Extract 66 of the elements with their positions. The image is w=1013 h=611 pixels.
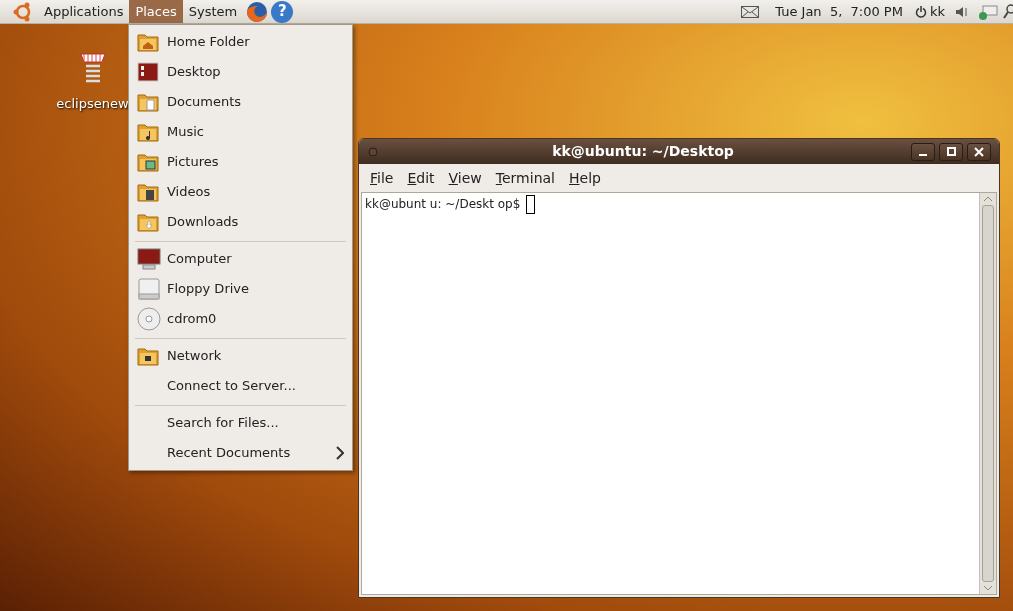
menu-item[interactable]: cdrom0 bbox=[129, 304, 352, 334]
menu-bar-item[interactable]: Help bbox=[562, 167, 608, 189]
desktop-icon bbox=[137, 62, 159, 82]
minimize-button[interactable] bbox=[911, 142, 935, 161]
videos-folder-icon bbox=[137, 182, 159, 202]
close-icon bbox=[974, 146, 984, 157]
home-folder-icon bbox=[137, 32, 159, 52]
cursor bbox=[526, 195, 536, 214]
menu-item[interactable]: Floppy Drive bbox=[129, 274, 352, 304]
pictures-folder-icon bbox=[137, 152, 159, 172]
chevron-right-icon bbox=[336, 446, 344, 460]
menu-bar-item[interactable]: Edit bbox=[400, 167, 442, 189]
panel-menu[interactable]: System bbox=[182, 0, 244, 23]
power-icon[interactable] bbox=[914, 5, 927, 18]
search-icon[interactable] bbox=[1003, 2, 1013, 21]
network-folder-icon bbox=[137, 346, 159, 366]
floppy-drive-icon bbox=[137, 278, 161, 300]
help-icon[interactable]: ? bbox=[271, 0, 294, 23]
scrollbar[interactable] bbox=[979, 193, 996, 594]
menu-item[interactable]: Connect to Server... bbox=[129, 371, 352, 401]
menu-bar-item[interactable]: View bbox=[441, 167, 489, 189]
menu-item-label: Floppy Drive bbox=[167, 280, 251, 299]
scroll-up-icon[interactable] bbox=[984, 195, 992, 203]
downloads-folder-icon bbox=[137, 212, 159, 232]
user-name[interactable]: kk bbox=[929, 1, 945, 22]
menu-item[interactable]: Home Folder bbox=[129, 27, 352, 57]
terminal-prompt: kk@ubunt u: ~/Deskt op$ bbox=[365, 196, 521, 213]
menu-item[interactable]: Recent Documents bbox=[129, 438, 352, 468]
menu-item-label: Search for Files... bbox=[167, 414, 280, 433]
menu-item[interactable]: Pictures bbox=[129, 147, 352, 177]
menu-item[interactable]: Desktop bbox=[129, 57, 352, 87]
clock[interactable]: Tue Jan 5, 7:00 PM bbox=[775, 1, 903, 22]
maximize-button[interactable] bbox=[939, 142, 963, 161]
menu-item-label: Recent Documents bbox=[167, 444, 292, 463]
menu-item-label: Home Folder bbox=[167, 33, 251, 52]
volume-icon[interactable] bbox=[955, 5, 969, 18]
menu-item[interactable]: Documents bbox=[129, 87, 352, 117]
menu-item-label: cdrom0 bbox=[167, 310, 218, 329]
menu-item[interactable]: Downloads bbox=[129, 207, 352, 237]
menu-item-label: Computer bbox=[167, 250, 233, 269]
menu-item-label: Desktop bbox=[167, 63, 222, 82]
panel-menu[interactable]: Places bbox=[129, 0, 183, 23]
menu-item-label: Downloads bbox=[167, 213, 240, 232]
computer-icon bbox=[137, 248, 161, 270]
menu-item-label: Network bbox=[167, 347, 223, 366]
menu-item-label: Connect to Server... bbox=[167, 377, 297, 396]
documents-folder-icon bbox=[137, 92, 159, 112]
panel-menu[interactable]: Applications bbox=[38, 0, 130, 23]
menu-item-label: Videos bbox=[167, 183, 212, 202]
menu-item[interactable]: Network bbox=[129, 341, 352, 371]
close-button[interactable] bbox=[967, 142, 991, 161]
window-title: kk@ubuntu: ~/Desktop bbox=[551, 142, 735, 161]
menu-item[interactable]: Computer bbox=[129, 244, 352, 274]
scroll-down-icon[interactable] bbox=[984, 584, 992, 592]
cd-icon bbox=[137, 307, 161, 331]
menu-item[interactable]: Music bbox=[129, 117, 352, 147]
mail-icon[interactable] bbox=[741, 5, 760, 18]
menu-bar-item[interactable]: File bbox=[363, 167, 401, 189]
menu-item-label: Documents bbox=[167, 93, 243, 112]
menu-item-label: Pictures bbox=[167, 153, 220, 172]
music-folder-icon bbox=[137, 122, 159, 142]
menu-bar-item[interactable]: Terminal bbox=[488, 167, 562, 189]
menu-item-label: Music bbox=[167, 123, 205, 142]
desktop-icon-label[interactable]: eclipsenew bbox=[56, 94, 129, 114]
menu-item[interactable]: Search for Files... bbox=[129, 408, 352, 438]
menu-item[interactable]: Videos bbox=[129, 177, 352, 207]
